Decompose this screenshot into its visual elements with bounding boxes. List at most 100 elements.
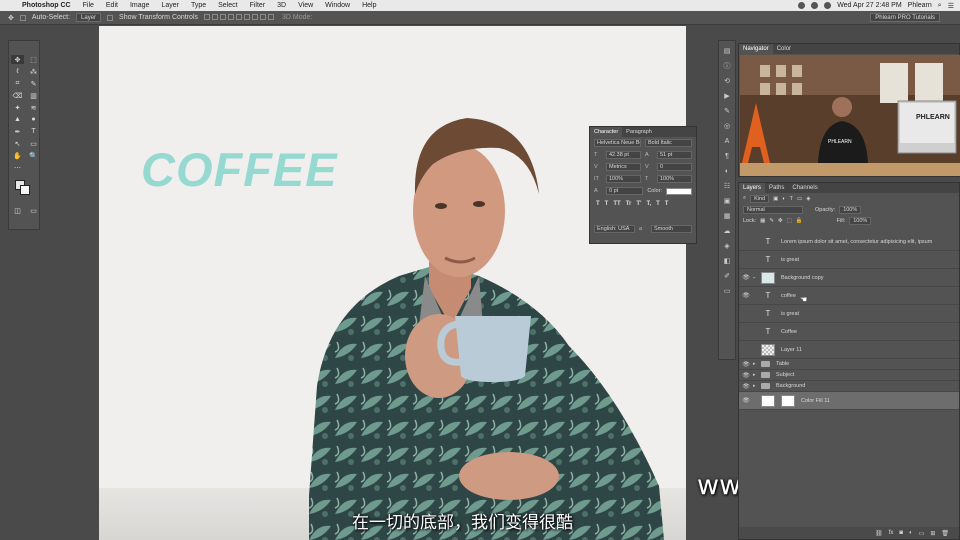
clone-source-icon[interactable]: ◎	[721, 121, 733, 131]
filter-smart-icon[interactable]: ◈	[806, 196, 810, 202]
layer-name[interactable]: Coffee	[781, 329, 797, 335]
menu-layer[interactable]: Layer	[155, 2, 185, 9]
lasso-tool-icon[interactable]: ℓ	[11, 67, 24, 76]
gradient-tool-icon[interactable]: ▥	[27, 91, 40, 100]
underline-button[interactable]: T	[656, 201, 660, 207]
add-mask-icon[interactable]: ◙	[899, 530, 903, 536]
layer-name[interactable]: coffee	[781, 293, 796, 299]
faux-italic-button[interactable]: T	[605, 201, 609, 207]
filter-shape-icon[interactable]: ▭	[797, 196, 802, 202]
align-middle-icon[interactable]	[212, 13, 219, 20]
tab-color[interactable]: Color	[773, 44, 795, 54]
adjustments-icon[interactable]: ◐	[721, 166, 733, 176]
group-name[interactable]: Table	[776, 361, 789, 367]
pen-tool-icon[interactable]: ✒	[11, 127, 24, 136]
opacity-field[interactable]: 100%	[839, 205, 862, 214]
antialias-select[interactable]: Smooth	[651, 225, 692, 233]
subscript-button[interactable]: T,	[646, 201, 651, 207]
marquee-tool-icon[interactable]: ⬚	[27, 55, 40, 64]
layer-row[interactable]: 👁 ⌐ Background copy	[739, 269, 959, 287]
vertical-scale-field[interactable]: 100%	[606, 175, 641, 183]
libraries-icon[interactable]: ☁	[721, 226, 733, 236]
font-style-select[interactable]: Bold Italic	[645, 139, 692, 147]
align-top-icon[interactable]	[204, 13, 211, 20]
hand-tool-icon[interactable]: ✋	[11, 151, 24, 160]
quick-select-tool-icon[interactable]: ⁂	[27, 67, 40, 76]
new-layer-icon[interactable]: ⊞	[930, 530, 935, 537]
battery-icon[interactable]	[824, 2, 832, 9]
layer-name[interactable]: is great	[781, 311, 799, 317]
tracking-field[interactable]: 0	[657, 163, 692, 171]
spotlight-icon[interactable]: ⌕	[938, 2, 942, 10]
distribute-icon[interactable]	[252, 13, 259, 20]
blend-mode-select[interactable]: Normal	[743, 205, 803, 214]
lock-move-icon[interactable]: ✥	[778, 218, 783, 224]
tab-layers[interactable]: Layers	[739, 183, 766, 193]
dodge-tool-icon[interactable]: ●	[27, 115, 40, 124]
properties-icon[interactable]: ☷	[721, 181, 733, 191]
tab-paths[interactable]: Paths	[765, 183, 788, 193]
menu-edit[interactable]: Edit	[100, 2, 124, 9]
lock-artboard-icon[interactable]: ⬚	[787, 218, 792, 224]
group-name[interactable]: Subject	[776, 372, 794, 378]
group-row[interactable]: 👁 ▸ Subject	[739, 370, 959, 381]
layer-mask-thumbnail[interactable]	[781, 394, 795, 407]
language-select[interactable]: English: USA	[594, 225, 635, 233]
menu-3d[interactable]: 3D	[271, 2, 292, 9]
zoom-tool-icon[interactable]: 🔍	[27, 151, 40, 160]
align-center-icon[interactable]	[236, 13, 243, 20]
kerning-field[interactable]: Metrics	[606, 163, 641, 171]
eyedropper-tool-icon[interactable]: ✎	[27, 79, 40, 88]
character-panel-icon[interactable]: A	[721, 136, 733, 146]
quick-mask-icon[interactable]: ◫	[11, 206, 24, 215]
baseline-shift-field[interactable]: 0 pt	[606, 187, 644, 195]
background-color-swatch[interactable]	[20, 185, 30, 195]
status-icon[interactable]	[798, 2, 806, 9]
info-icon[interactable]: ⓘ	[721, 61, 733, 71]
eye-icon[interactable]: 👁	[739, 383, 753, 390]
filter-pixel-icon[interactable]: ▣	[773, 196, 778, 202]
eye-icon[interactable]: 👁	[739, 397, 753, 404]
font-family-select[interactable]: Helvetica Neue Bol...	[594, 139, 641, 147]
move-tool-icon[interactable]: ✥	[8, 14, 14, 22]
move-tool-icon[interactable]: ✥	[11, 55, 24, 64]
tab-navigator[interactable]: Navigator	[739, 44, 773, 54]
eraser-tool-icon[interactable]: ⌫	[11, 91, 24, 100]
link-layers-icon[interactable]: ⛓	[875, 530, 883, 537]
screen-mode-icon[interactable]: ▭	[27, 206, 40, 215]
menu-filter[interactable]: Filter	[244, 2, 272, 9]
layer-row[interactable]: Layer 11	[739, 341, 959, 359]
auto-select-checkbox[interactable]	[19, 14, 26, 21]
layer-row[interactable]: T Lorem ipsum dolor sit amet, consectetu…	[739, 233, 959, 251]
paragraph-panel-icon[interactable]: ¶	[721, 151, 733, 161]
menu-help[interactable]: Help	[356, 2, 382, 9]
trash-icon[interactable]: 🗑	[941, 530, 949, 537]
channels-icon[interactable]: ◧	[721, 256, 733, 266]
blur-tool-icon[interactable]: ▲	[11, 115, 24, 124]
expand-arrow-icon[interactable]: ▸	[753, 383, 761, 389]
eye-icon[interactable]: 👁	[739, 292, 753, 299]
rectangle-tool-icon[interactable]: ▭	[27, 139, 40, 148]
layer-row[interactable]: T is great	[739, 251, 959, 269]
crop-tool-icon[interactable]: ⌗	[11, 79, 24, 88]
tab-paragraph[interactable]: Paragraph	[622, 127, 656, 137]
strikethrough-button[interactable]: T	[665, 201, 669, 207]
layer-style-icon[interactable]: fx	[889, 530, 894, 536]
lock-paint-icon[interactable]: ✎	[769, 218, 774, 224]
distribute-icon[interactable]	[260, 13, 267, 20]
navigator-preview[interactable]: PHLEARN PHLEARN	[740, 55, 960, 176]
styles-icon[interactable]: ▣	[721, 196, 733, 206]
tab-channels[interactable]: Channels	[788, 183, 821, 193]
lock-all-icon[interactable]: 🔒	[796, 218, 803, 224]
expand-arrow-icon[interactable]: ▸	[753, 361, 761, 367]
lock-transparency-icon[interactable]: ▦	[760, 218, 765, 224]
filter-type-icon[interactable]: T	[790, 196, 793, 202]
auto-select-dropdown[interactable]: Layer	[76, 13, 102, 22]
app-menu[interactable]: Photoshop CC	[16, 2, 77, 9]
superscript-button[interactable]: T'	[636, 201, 641, 207]
text-color-swatch[interactable]	[666, 187, 692, 195]
layer-row[interactable]: 👁 T coffee	[739, 287, 959, 305]
eye-icon[interactable]: 👁	[739, 372, 753, 379]
filter-kind-select[interactable]: Kind	[750, 194, 770, 203]
more-tools-icon[interactable]: ⋯	[11, 163, 24, 172]
